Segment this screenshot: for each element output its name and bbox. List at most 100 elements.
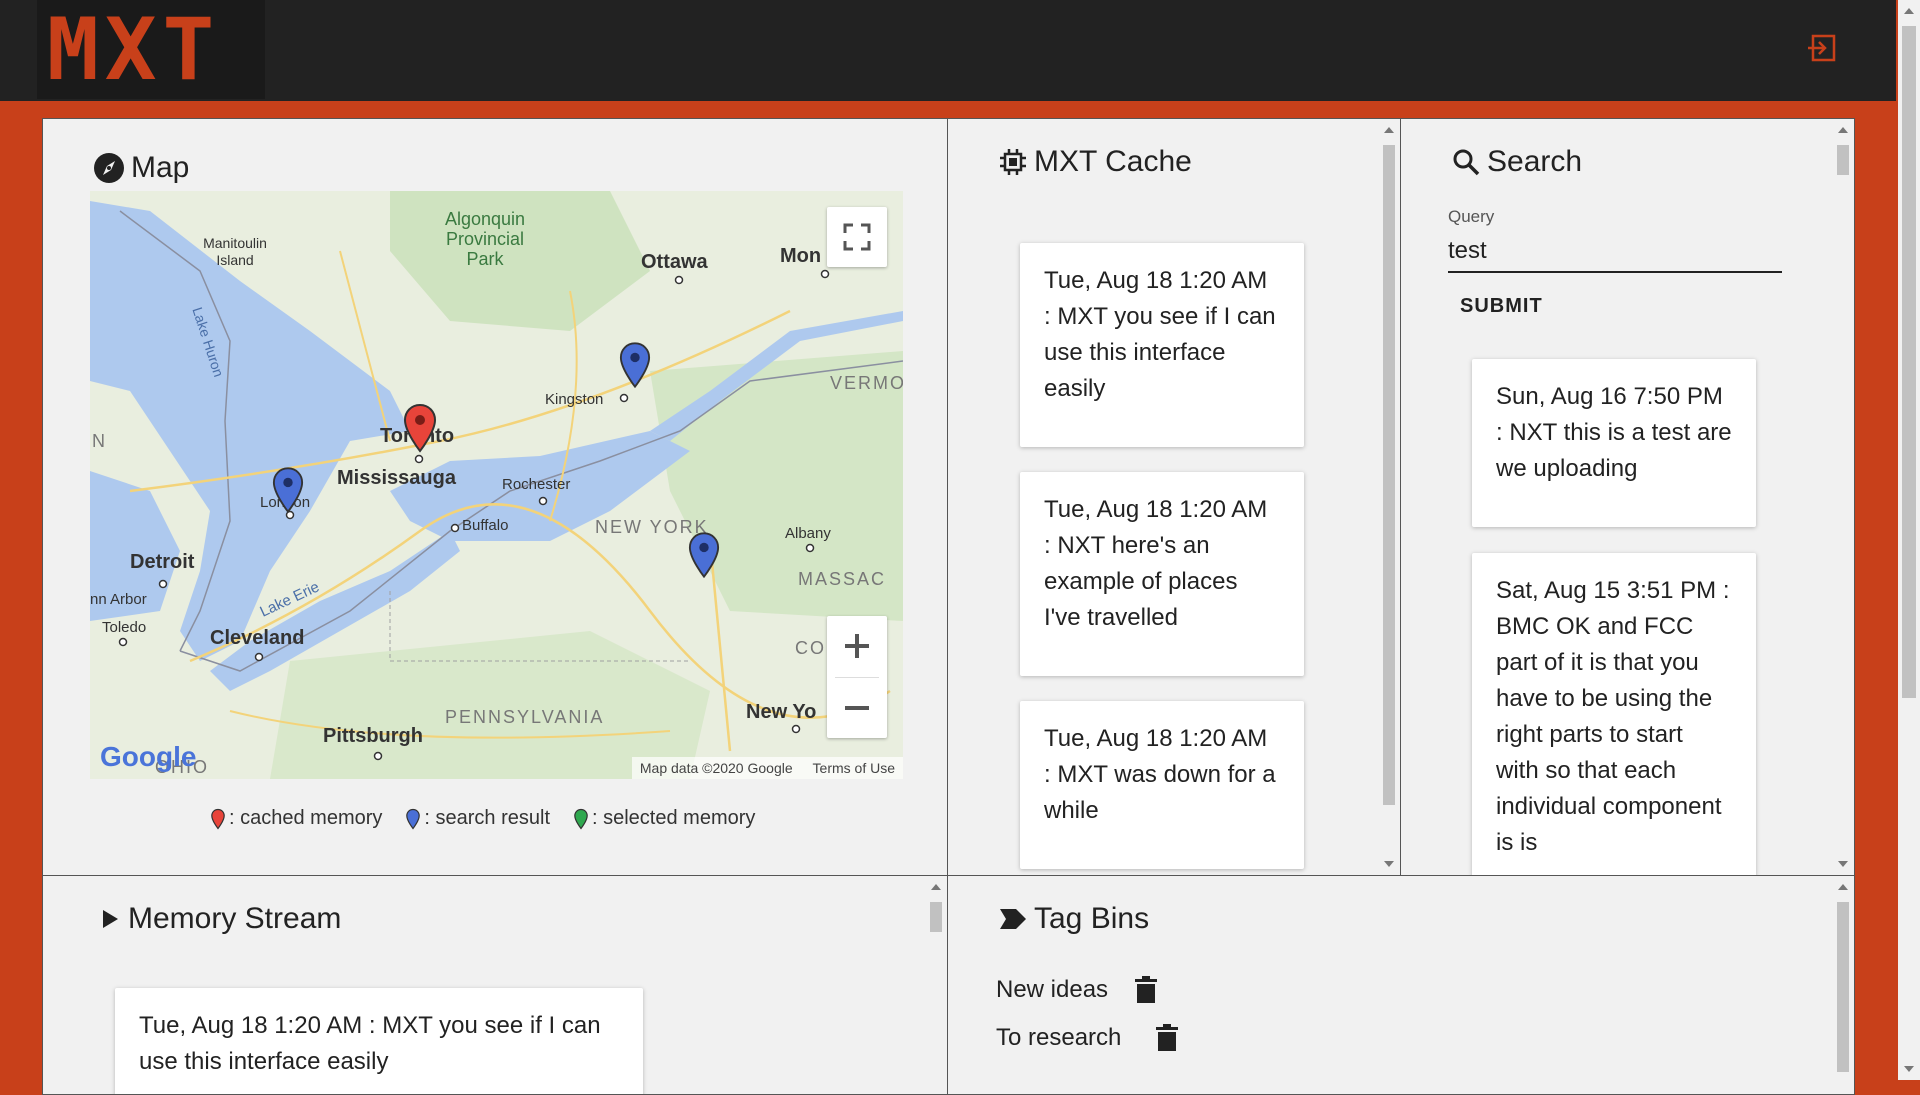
fullscreen-icon	[843, 223, 871, 251]
map-label-cleveland: Cleveland	[210, 627, 305, 649]
cache-title-text: MXT Cache	[1034, 145, 1192, 178]
cache-panel: MXT Cache Tue, Aug 18 1:20 AM : MXT you …	[947, 118, 1401, 876]
cache-panel-title: MXT Cache	[998, 145, 1192, 179]
scroll-up-arrow[interactable]	[1838, 127, 1848, 133]
scroll-down-arrow[interactable]	[1838, 861, 1848, 867]
tag-icon	[998, 907, 1028, 931]
legend-search-label: : search result	[424, 807, 550, 829]
tag-bin-label: New ideas	[996, 976, 1109, 1003]
zoom-controls	[827, 616, 887, 738]
scroll-up-arrow[interactable]	[1838, 884, 1848, 890]
scroll-thumb[interactable]	[1383, 145, 1395, 805]
search-result-text: Sat, Aug 15 3:51 PM : BMC OK and FCC par…	[1496, 577, 1730, 856]
legend-selected-label: : selected memory	[592, 807, 756, 829]
map-label-connecticut: CO	[795, 638, 826, 658]
scroll-thumb[interactable]	[1837, 145, 1849, 175]
map-panel-title: Map	[93, 151, 189, 185]
map-label-massachusetts: MASSAC	[798, 569, 887, 589]
cache-card-text: Tue, Aug 18 1:20 AM : MXT was down for a…	[1044, 725, 1276, 824]
search-icon	[1451, 147, 1481, 177]
google-logo: Google	[100, 741, 197, 772]
cache-card[interactable]: Tue, Aug 18 1:20 AM : MXT you see if I c…	[1020, 243, 1304, 447]
legend-cached: : cached memory	[211, 807, 382, 830]
submit-button[interactable]: SUBMIT	[1460, 295, 1543, 318]
search-result-marker[interactable]	[688, 531, 720, 579]
top-bar: MXT	[0, 0, 1896, 101]
play-icon	[98, 907, 122, 931]
tags-scrollbar[interactable]	[1834, 876, 1852, 1081]
scroll-thumb[interactable]	[930, 902, 942, 932]
query-input[interactable]: test	[1448, 231, 1782, 273]
memory-stream-card[interactable]: Tue, Aug 18 1:20 AM : MXT you see if I c…	[115, 988, 643, 1094]
map-attribution: Map data ©2020 Google Terms of Use	[631, 757, 903, 779]
logo-text: MXT	[47, 0, 221, 100]
search-panel-title: Search	[1451, 145, 1582, 179]
scroll-thumb[interactable]	[1902, 26, 1916, 698]
scroll-up-arrow[interactable]	[931, 884, 941, 890]
legend-selected: : selected memory	[574, 807, 755, 830]
map-label-kingston: Kingston	[545, 391, 604, 408]
search-result-marker[interactable]	[619, 341, 651, 389]
map-label-ann-arbor: nn Arbor	[90, 591, 147, 608]
cached-pin-icon	[211, 808, 225, 829]
zoom-in-button[interactable]	[827, 616, 887, 676]
chip-icon	[998, 147, 1028, 177]
logo[interactable]: MXT	[37, 0, 265, 99]
map-label-detroit: Detroit	[130, 551, 195, 573]
map-panel: Map Algonquin Provincial Park Manitoulin…	[42, 118, 948, 876]
scroll-up-arrow[interactable]	[1904, 8, 1914, 14]
map-label-rochester: Rochester	[502, 476, 571, 493]
search-result-card[interactable]: Sat, Aug 15 3:51 PM : BMC OK and FCC par…	[1472, 553, 1756, 875]
fullscreen-button[interactable]	[827, 207, 887, 267]
search-panel: Search Query test SUBMIT Sun, Aug 16 7:5…	[1400, 118, 1855, 876]
query-input-value: test	[1448, 237, 1487, 264]
query-label: Query	[1448, 207, 1495, 226]
legend-cached-label: : cached memory	[229, 807, 383, 829]
map-canvas	[90, 191, 903, 779]
map-label-ottawa: Ottawa	[641, 251, 708, 273]
trash-icon[interactable]	[1155, 1024, 1179, 1052]
trash-icon[interactable]	[1134, 976, 1158, 1004]
memory-stream-card-text: Tue, Aug 18 1:20 AM : MXT you see if I c…	[139, 1012, 601, 1075]
google-map[interactable]: Algonquin Provincial Park Manitoulin Isl…	[90, 191, 903, 779]
cache-card[interactable]: Tue, Aug 18 1:20 AM : MXT was down for a…	[1020, 701, 1304, 869]
map-data-text: Map data ©2020 Google	[639, 760, 793, 776]
cache-card-text: Tue, Aug 18 1:20 AM : MXT you see if I c…	[1044, 267, 1276, 402]
map-label-manitoulin: Manitoulin Island	[203, 235, 267, 268]
tag-bin-label: To research	[996, 1024, 1122, 1051]
cache-card-text: Tue, Aug 18 1:20 AM : NXT here's an exam…	[1044, 496, 1268, 631]
tag-bin-to-research[interactable]: To research	[996, 1024, 1179, 1052]
cached-memory-marker[interactable]	[403, 403, 437, 453]
cache-scrollbar[interactable]	[1380, 119, 1398, 875]
scroll-down-arrow[interactable]	[1904, 1066, 1914, 1072]
search-scrollbar[interactable]	[1834, 119, 1852, 875]
map-label-n-edge: N	[92, 431, 105, 451]
search-result-marker[interactable]	[272, 466, 304, 514]
stream-scrollbar[interactable]	[927, 876, 945, 1081]
scroll-up-arrow[interactable]	[1384, 127, 1394, 133]
search-result-card[interactable]: Sun, Aug 16 7:50 PM : NXT this is a test…	[1472, 359, 1756, 527]
logout-icon[interactable]	[1806, 32, 1838, 64]
memory-stream-panel: Memory Stream Tue, Aug 18 1:20 AM : MXT …	[42, 875, 948, 1095]
tag-bins-title-text: Tag Bins	[1034, 902, 1150, 935]
tag-bin-new-ideas[interactable]: New ideas	[996, 976, 1158, 1004]
map-label-algonquin: Algonquin Provincial Park	[444, 209, 526, 269]
map-label-mississauga: Mississauga	[337, 467, 456, 489]
map-label-pennsylvania: PENNSYLVANIA	[445, 707, 605, 727]
compass-icon	[93, 152, 125, 184]
zoom-out-button[interactable]	[827, 678, 887, 738]
scroll-down-arrow[interactable]	[1384, 861, 1394, 867]
terms-of-use-link[interactable]: Terms of Use	[813, 760, 895, 776]
search-pin-icon	[406, 808, 421, 829]
selected-pin-icon	[574, 808, 588, 829]
cache-card[interactable]: Tue, Aug 18 1:20 AM : NXT here's an exam…	[1020, 472, 1304, 676]
map-label-albany: Albany	[785, 525, 831, 542]
map-label-pittsburgh: Pittsburgh	[323, 725, 423, 747]
scroll-thumb[interactable]	[1837, 902, 1849, 1072]
tag-bins-panel: Tag Bins New ideas To research	[947, 875, 1855, 1095]
map-label-new-york-city: New Yo	[746, 701, 817, 723]
page-scrollbar[interactable]	[1898, 0, 1920, 1080]
search-result-text: Sun, Aug 16 7:50 PM : NXT this is a test…	[1496, 383, 1732, 482]
search-title-text: Search	[1487, 145, 1583, 178]
legend-search: : search result	[406, 807, 550, 830]
